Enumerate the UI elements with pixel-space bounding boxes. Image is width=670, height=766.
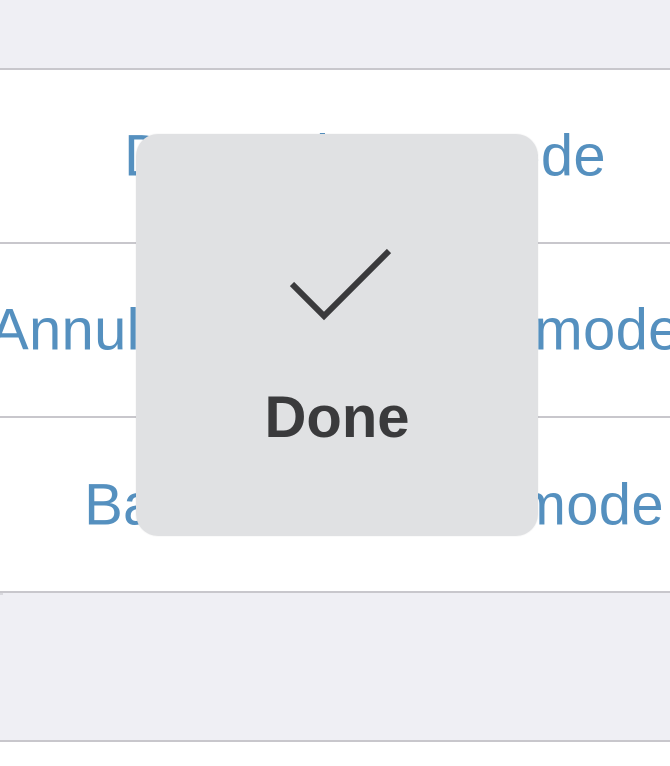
table-row-partial[interactable] [0, 742, 670, 766]
screen: Determinate mode Annular determinate mod… [0, 0, 670, 766]
progress-hud: Done [136, 134, 538, 536]
checkmark-icon [289, 248, 392, 321]
table-section-header [0, 0, 670, 68]
hud-label: Done [264, 385, 410, 450]
table-section-footer [0, 595, 670, 741]
